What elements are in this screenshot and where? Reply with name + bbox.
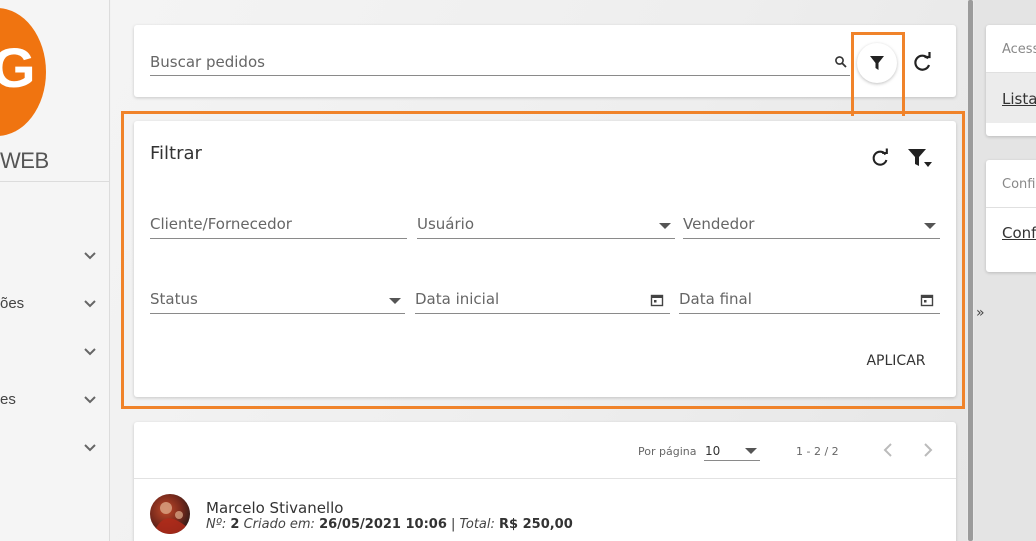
list-link[interactable]: Lista (1002, 90, 1036, 108)
date-start-field[interactable]: Data inicial (415, 286, 670, 314)
apply-button[interactable]: APLICAR (856, 353, 936, 375)
sidebar-divider (0, 181, 109, 182)
chevron-down-icon (84, 348, 96, 356)
sidebar-item-1[interactable] (0, 241, 109, 271)
customer-name: Marcelo Stivanello (206, 499, 344, 517)
search-field[interactable] (150, 50, 850, 76)
search-input[interactable] (150, 50, 820, 74)
chevron-down-icon (84, 444, 96, 452)
chevron-down-icon (84, 300, 96, 308)
per-page-label: Por página (638, 445, 697, 458)
per-page-select[interactable]: 10 (704, 441, 760, 461)
dropdown-arrow-icon (659, 223, 671, 229)
chevron-left-icon[interactable] (878, 440, 898, 460)
collapse-panel-icon[interactable]: » (976, 305, 985, 321)
sidebar-item-2[interactable]: ões (0, 289, 109, 319)
created-label: Criado em: (243, 517, 315, 532)
config-link[interactable]: Config (1002, 224, 1036, 242)
right-panel-access-card: Acesso Lista (986, 25, 1036, 136)
calendar-icon[interactable] (650, 293, 664, 307)
sidebar-item-label: es (0, 391, 16, 408)
created-date: 26/05/2021 10:06 (319, 517, 447, 532)
client-label: Cliente/Fornecedor (150, 215, 292, 233)
user-select[interactable]: Usuário (417, 211, 675, 239)
scrollbar-thumb[interactable] (968, 0, 973, 541)
order-total: R$ 250,00 (499, 517, 573, 532)
order-number: 2 (230, 517, 240, 532)
dropdown-arrow-icon (924, 223, 936, 229)
filter-icon (870, 56, 884, 70)
dropdown-arrow-icon (745, 448, 757, 454)
date-start-label: Data inicial (415, 290, 500, 308)
meta-separator: | (451, 517, 456, 532)
chevron-down-icon (84, 396, 96, 404)
status-label: Status (150, 290, 198, 308)
filter-title: Filtrar (150, 143, 202, 164)
pagination-range: 1 - 2 / 2 (796, 445, 839, 458)
sidebar-item-4[interactable]: es (0, 385, 109, 415)
status-select[interactable]: Status (150, 286, 405, 314)
divider (134, 478, 956, 479)
avatar (150, 494, 190, 534)
logo-text: WEB (0, 148, 49, 173)
dropdown-arrow-icon (389, 298, 401, 304)
refresh-icon[interactable] (908, 49, 936, 77)
chevron-right-icon[interactable] (918, 440, 938, 460)
date-end-field[interactable]: Data final (679, 286, 940, 314)
sidebar-item-5[interactable] (0, 433, 109, 463)
right-panel-config-card: Config Config (986, 160, 1036, 272)
divider (986, 207, 1036, 208)
client-field[interactable]: Cliente/Fornecedor (150, 211, 407, 239)
filter-options-icon[interactable] (906, 146, 934, 170)
access-header: Acesso (1002, 42, 1036, 57)
total-label: Total: (459, 517, 495, 532)
logo-letter: G (0, 40, 36, 96)
user-label: Usuário (417, 215, 475, 233)
sidebar: G WEB ões es (0, 0, 110, 541)
search-icon[interactable] (834, 55, 848, 69)
config-header: Config (1002, 177, 1036, 192)
avatar-image (154, 502, 188, 534)
search-card (134, 25, 956, 97)
order-meta: Nº: 2 Criado em: 26/05/2021 10:06 | Tota… (206, 517, 573, 532)
orders-list: Por página 10 1 - 2 / 2 Marcelo Stivanel… (134, 422, 956, 541)
seller-label: Vendedor (683, 215, 755, 233)
refresh-icon[interactable] (868, 146, 892, 170)
date-end-label: Data final (679, 290, 752, 308)
seller-select[interactable]: Vendedor (683, 211, 940, 239)
per-page-value: 10 (705, 444, 721, 458)
filter-toggle-button[interactable] (857, 43, 897, 83)
filter-panel: Filtrar Cliente/Fornecedor Usuário Vende… (134, 121, 956, 397)
sidebar-item-label: ões (0, 295, 25, 312)
order-number-label: Nº: (206, 517, 227, 532)
scrollbar[interactable] (967, 0, 974, 541)
calendar-icon[interactable] (920, 293, 934, 307)
chevron-down-icon (84, 252, 96, 260)
sidebar-item-3[interactable] (0, 337, 109, 367)
